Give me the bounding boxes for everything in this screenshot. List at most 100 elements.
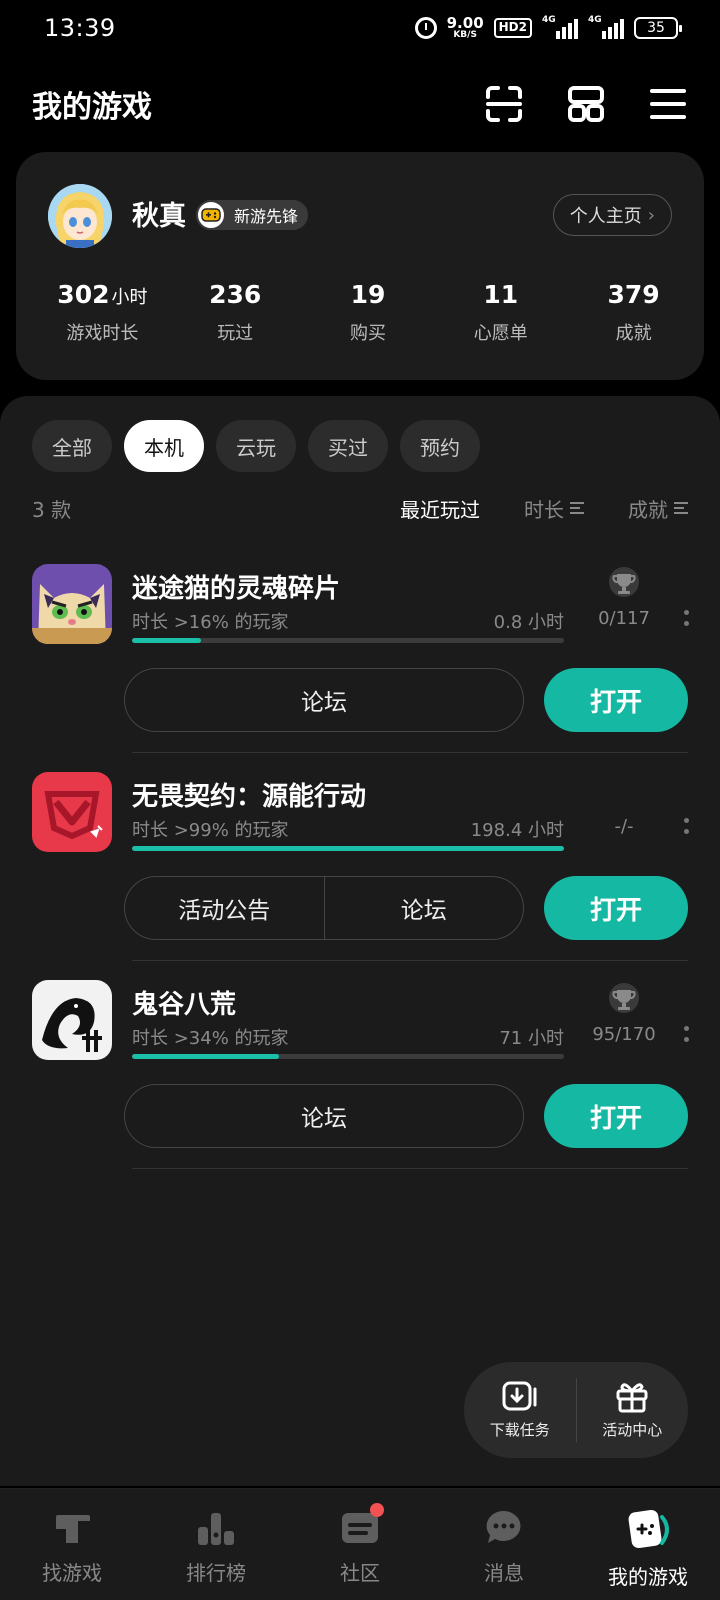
filter-tabs: 全部 本机 云玩 买过 预约	[32, 420, 480, 472]
ranking-icon	[198, 1513, 234, 1545]
profile-stats: 302 小时 游戏时长 236 玩过 19 购买 11 心愿单 379 成就	[36, 280, 700, 345]
playtime-progress-bar	[132, 1054, 564, 1059]
header-actions	[484, 84, 688, 124]
nav-label: 排行榜	[186, 1561, 246, 1585]
game-item: 鬼谷八荒 时长 >34% 的玩家 71 小时 95/170 论坛 打开	[0, 962, 720, 1170]
divider	[132, 752, 688, 753]
game-action-group: 论坛	[124, 668, 524, 732]
sim1-network-label: 4G	[542, 15, 556, 25]
more-options-icon[interactable]	[682, 1026, 690, 1042]
game-name[interactable]: 鬼谷八荒	[132, 984, 236, 1021]
tab-all[interactable]: 全部	[32, 420, 112, 472]
stat-achievements[interactable]: 379 成就	[567, 280, 700, 345]
tab-bought[interactable]: 买过	[308, 420, 388, 472]
stat-play-time[interactable]: 302 小时 游戏时长	[36, 280, 169, 345]
status-time: 13:39	[44, 14, 116, 42]
download-tasks-button[interactable]: 下载任务	[464, 1381, 576, 1440]
net-speed: 9.00 KB/S	[447, 16, 484, 40]
stat-unit: 小时	[111, 287, 148, 308]
scan-icon[interactable]	[484, 84, 524, 124]
notification-dot	[370, 1503, 384, 1517]
nav-label: 找游戏	[42, 1561, 102, 1585]
grid-icon[interactable]	[566, 84, 606, 124]
nav-my-games[interactable]: 我的游戏	[576, 1489, 720, 1600]
stat-value: 19	[350, 280, 386, 309]
game-icon-guigu[interactable]	[32, 980, 112, 1060]
page-header: 我的游戏	[0, 72, 720, 136]
tab-cloud[interactable]: 云玩	[216, 420, 296, 472]
nav-community[interactable]: 社区	[288, 1489, 432, 1600]
nav-label: 社区	[340, 1561, 380, 1585]
chevron-right-icon: ›	[647, 204, 655, 226]
nav-ranking[interactable]: 排行榜	[144, 1489, 288, 1600]
open-game-button[interactable]: 打开	[544, 668, 688, 732]
more-options-icon[interactable]	[682, 818, 690, 834]
stat-wishlist[interactable]: 11 心愿单	[434, 280, 567, 345]
discover-icon	[56, 1515, 90, 1543]
game-hours: 198.4 小时	[470, 820, 564, 841]
page-title: 我的游戏	[32, 90, 152, 125]
status-icons: 9.00 KB/S HD2 4G 4G 35	[414, 15, 682, 40]
game-icon-valorant[interactable]	[32, 772, 112, 852]
menu-icon[interactable]	[648, 84, 688, 124]
divider	[132, 960, 688, 961]
download-tasks-label: 下载任务	[489, 1420, 550, 1439]
more-options-icon[interactable]	[682, 610, 690, 626]
tab-reserved[interactable]: 预约	[400, 420, 480, 472]
playtime-progress-bar	[132, 638, 564, 643]
game-name[interactable]: 迷途猫的灵魂碎片	[132, 568, 340, 605]
my-games-icon	[628, 1509, 669, 1549]
download-icon	[502, 1381, 537, 1410]
open-game-button[interactable]: 打开	[544, 876, 688, 940]
game-achievements: 95/170	[592, 1024, 656, 1045]
sort-bar: 3 款 最近玩过 时长 成就	[32, 488, 688, 528]
stat-value: 379	[607, 280, 660, 309]
sort-duration[interactable]: 时长	[524, 494, 584, 523]
net-speed-unit: KB/S	[453, 30, 477, 40]
sort-recent[interactable]: 最近玩过	[400, 494, 480, 523]
game-achievements: -/-	[614, 816, 634, 837]
personal-homepage-button[interactable]: 个人主页 ›	[552, 194, 672, 236]
events-center-label: 活动中心	[602, 1420, 663, 1439]
game-icon-cat[interactable]	[32, 564, 112, 644]
message-icon	[486, 1510, 521, 1543]
tab-local[interactable]: 本机	[124, 420, 204, 472]
status-bar: 13:39 9.00 KB/S HD2 4G 4G 35	[0, 0, 720, 56]
trophy-icon	[609, 567, 639, 597]
game-action-group: 活动公告 论坛	[124, 876, 524, 940]
sort-options: 最近玩过 时长 成就	[400, 494, 688, 523]
sim2-network-label: 4G	[588, 15, 602, 25]
game-playtime-percentile: 时长 >99% 的玩家	[132, 820, 289, 841]
game-hours: 71 小时	[499, 1028, 564, 1049]
sort-achievement[interactable]: 成就	[628, 494, 688, 523]
stat-value: 302	[57, 280, 110, 309]
profile-card: 秋真 新游先锋 个人主页 › 302 小时 游戏时长 236 玩过 19 购买 1…	[16, 152, 704, 380]
game-playtime-percentile: 时长 >34% 的玩家	[132, 1028, 289, 1049]
nav-messages[interactable]: 消息	[432, 1489, 576, 1600]
stat-played[interactable]: 236 玩过	[169, 280, 302, 345]
games-panel: 全部 本机 云玩 买过 预约 3 款 最近玩过 时长 成就 迷途猫的灵魂碎片 时…	[0, 396, 720, 1486]
forum-button[interactable]: 论坛	[125, 669, 523, 731]
bottom-navigation: 找游戏 排行榜 社区 消息 我的游戏	[0, 1488, 720, 1600]
forum-button[interactable]: 论坛	[323, 877, 524, 939]
forum-button[interactable]: 论坛	[125, 1085, 523, 1147]
sort-achievement-label: 成就	[628, 497, 668, 522]
open-game-button[interactable]: 打开	[544, 1084, 688, 1148]
signal-sim1-icon: 4G	[542, 15, 578, 39]
username: 秋真	[132, 201, 186, 232]
nav-discover[interactable]: 找游戏	[0, 1489, 144, 1600]
hd-voice-icon: HD2	[493, 18, 532, 38]
avatar[interactable]	[48, 184, 112, 248]
stat-label: 玩过	[217, 323, 254, 344]
events-center-button[interactable]: 活动中心	[577, 1381, 689, 1440]
stat-purchased[interactable]: 19 购买	[302, 280, 435, 345]
user-badge[interactable]: 新游先锋	[196, 200, 309, 230]
game-count: 3 款	[32, 497, 72, 522]
alarm-icon	[414, 17, 437, 39]
net-speed-value: 9.00	[446, 14, 484, 32]
announcement-button[interactable]: 活动公告	[125, 877, 324, 939]
gamepad-badge-icon	[196, 200, 226, 230]
game-name[interactable]: 无畏契约：源能行动	[132, 776, 366, 813]
game-item: 迷途猫的灵魂碎片 时长 >16% 的玩家 0.8 小时 0/117 论坛 打开	[0, 546, 720, 754]
badge-label: 新游先锋	[234, 207, 299, 226]
